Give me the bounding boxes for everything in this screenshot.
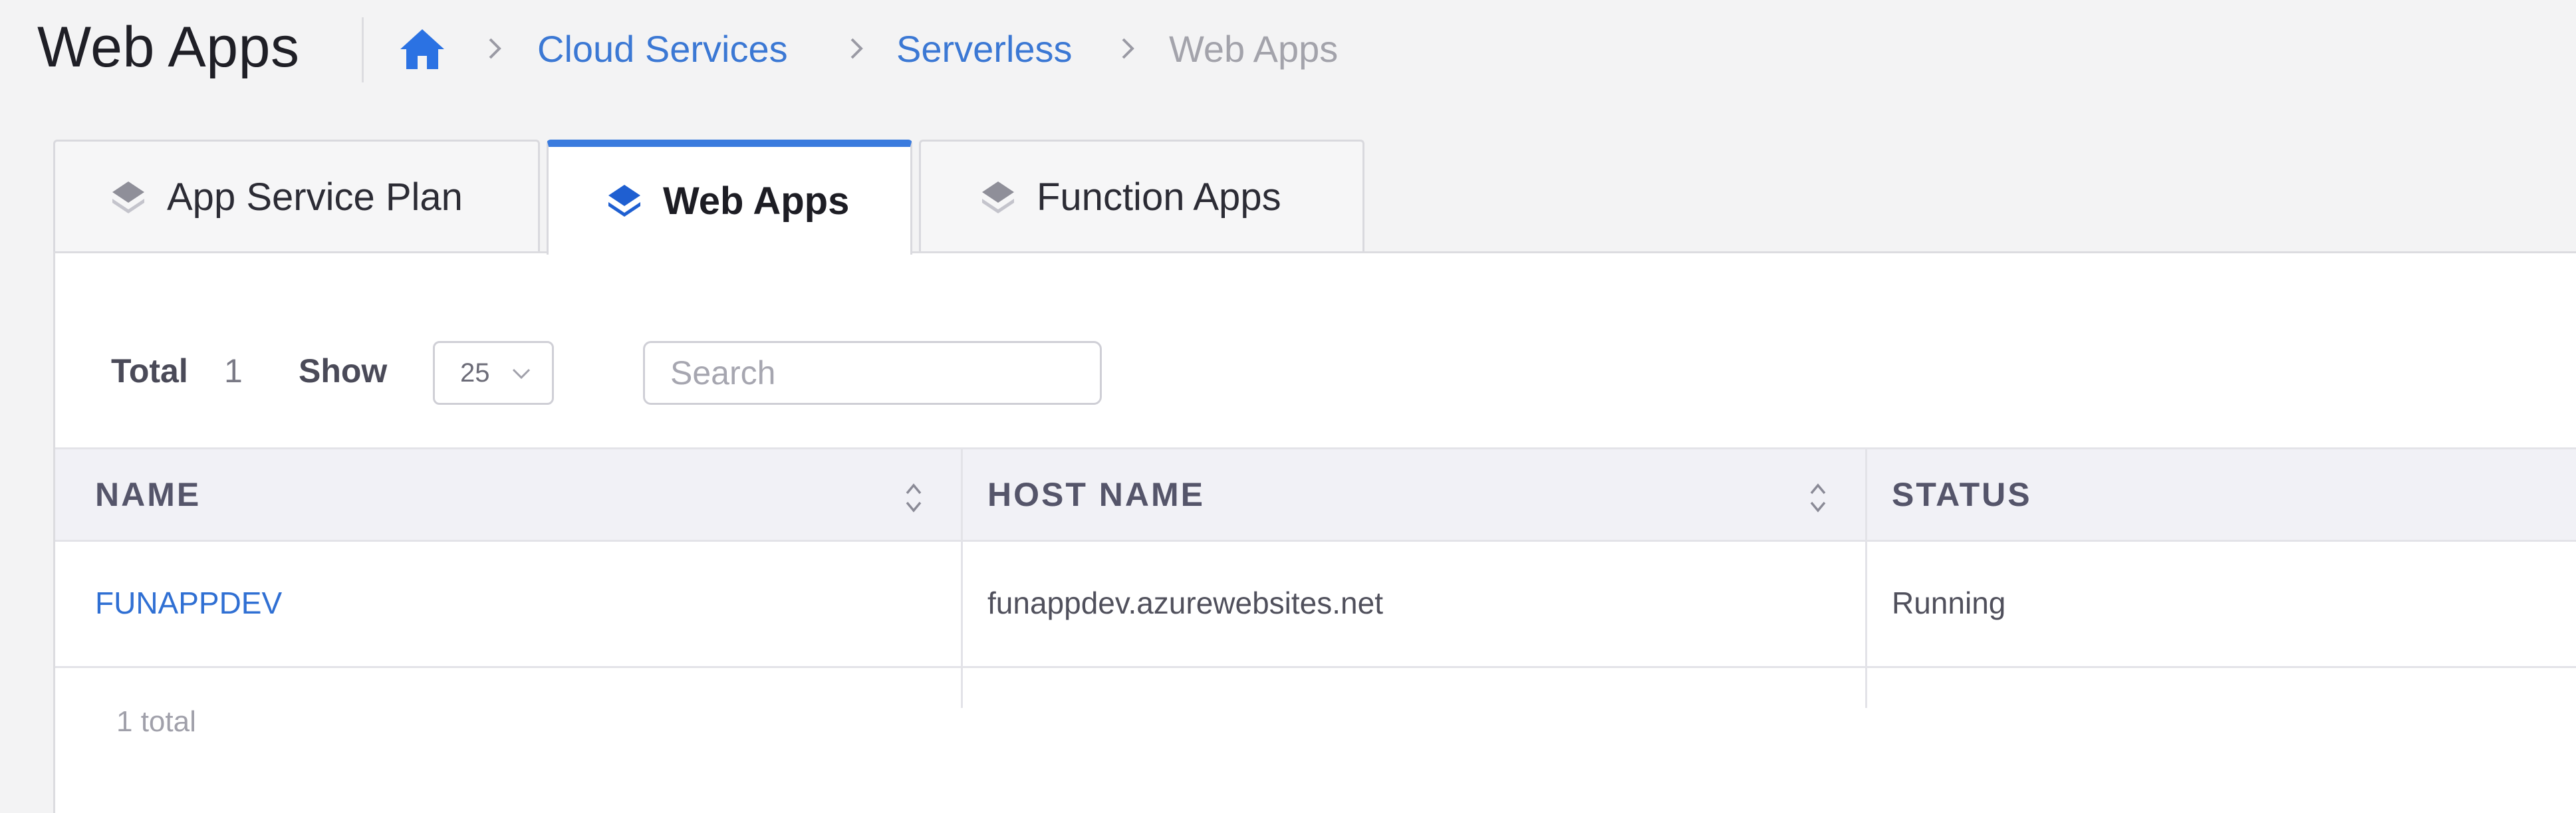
column-header-status[interactable]: STATUS [1892,449,2032,540]
tab-function-apps[interactable]: Function Apps [919,140,1364,253]
chevron-right-icon [481,25,508,72]
breadcrumb-current: Web Apps [1169,28,1339,70]
layers-icon [982,181,1014,213]
app-name-link[interactable]: FUNAPPDEV [95,542,282,664]
show-label: Show [299,352,388,390]
host-name-cell: funappdev.azurewebsites.net [987,586,1383,620]
status-cell: Running [1892,586,2006,620]
page-title: Web Apps [37,15,300,79]
search-input[interactable] [643,341,1102,405]
title-divider [362,17,364,82]
column-header-host-name[interactable]: HOST NAME [987,449,1205,540]
total-label: Total [111,352,188,390]
tab-label: App Service Plan [167,175,463,219]
page-header: Web Apps Cloud Services Serverless Web A… [0,0,2576,100]
table-row: FUNAPPDEV funappdev.azurewebsites.net Ru… [55,542,2576,668]
layers-icon [608,185,640,217]
chevron-down-icon [512,368,531,380]
page-size-value: 25 [460,358,490,388]
chevron-right-icon [1114,25,1141,72]
table-footer-total: 1 total [116,705,196,738]
chevron-right-icon [843,25,870,72]
tab-app-service-plan[interactable]: App Service Plan [53,140,540,253]
total-count: 1 [224,352,243,390]
breadcrumb-serverless[interactable]: Serverless [896,27,1073,72]
sort-icon[interactable] [1808,479,1828,517]
breadcrumb-cloud-services[interactable]: Cloud Services [537,27,788,72]
layers-icon [112,181,144,213]
home-icon[interactable] [399,28,446,70]
tab-label: Function Apps [1037,175,1281,219]
tab-web-apps[interactable]: Web Apps [547,140,912,255]
tab-label: Web Apps [663,179,850,223]
content-panel: Total 1 Show 25 NAME HOST NAME STATUS FU… [53,251,2576,813]
sort-icon[interactable] [904,479,924,517]
table-header: NAME HOST NAME STATUS [55,447,2576,542]
column-header-name[interactable]: NAME [95,449,201,540]
page-size-select[interactable]: 25 [433,341,554,405]
